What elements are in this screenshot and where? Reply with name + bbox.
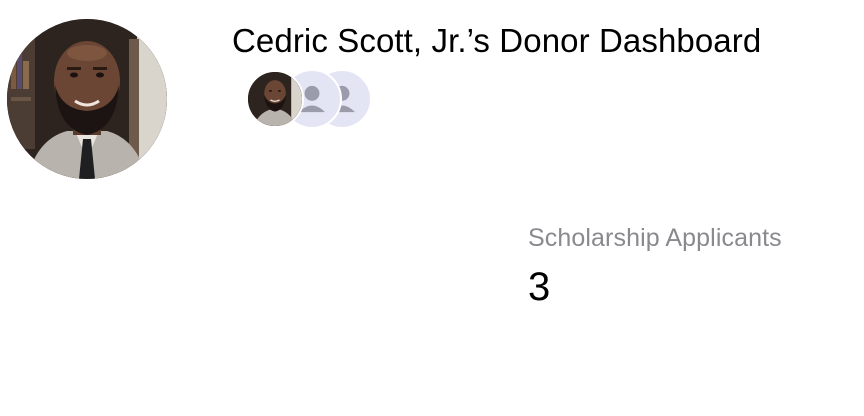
supporter-avatar-photo[interactable] (246, 70, 304, 128)
profile-photo-icon (248, 72, 302, 126)
stat-value: 3 (528, 265, 551, 309)
profile-photo-icon (7, 19, 167, 179)
stat-label: Scholarship Applicants (528, 224, 782, 252)
page-title: Cedric Scott, Jr.’s Donor Dashboard (232, 22, 762, 59)
profile-avatar (7, 19, 167, 179)
supporter-avatar-stack[interactable] (246, 69, 376, 133)
scholarship-applicants-stat: Scholarship Applicants 3 (528, 224, 782, 310)
